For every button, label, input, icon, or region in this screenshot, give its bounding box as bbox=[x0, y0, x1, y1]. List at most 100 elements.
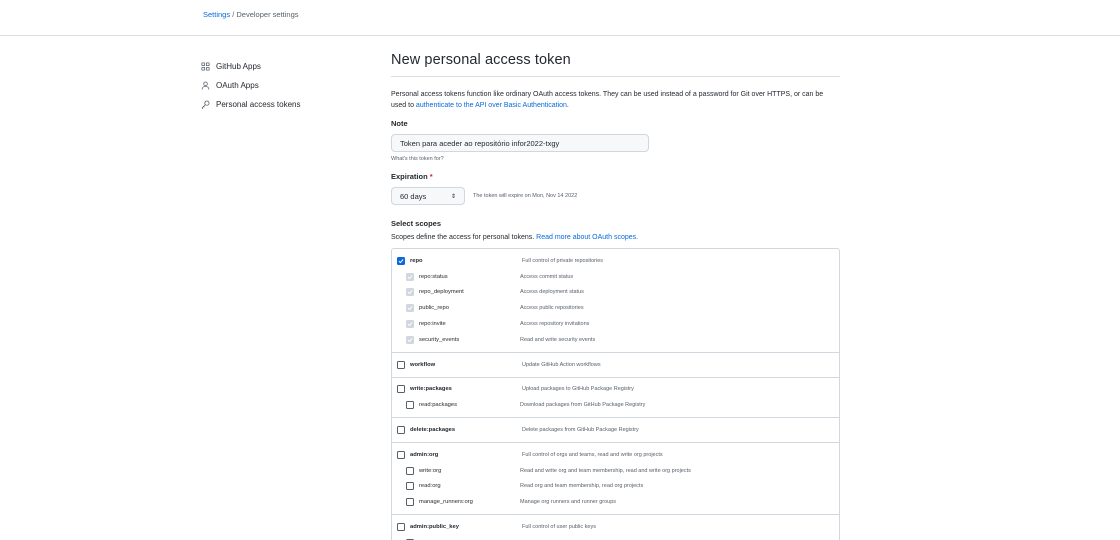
scope-checkbox[interactable] bbox=[397, 360, 405, 369]
scope-name-text: read:org bbox=[419, 483, 441, 490]
oauth-scopes-link[interactable]: Read more about OAuth scopes. bbox=[536, 234, 638, 241]
scope-description: Read org and team membership, read org p… bbox=[520, 483, 644, 490]
sidebar-item-oauth-apps[interactable]: OAuth Apps bbox=[200, 76, 350, 95]
scope-name[interactable]: repo:status bbox=[392, 272, 522, 281]
scope-name-text: admin:public_key bbox=[410, 524, 459, 531]
sidebar-item-github-apps[interactable]: GitHub Apps bbox=[200, 57, 350, 76]
scope-name-text: write:org bbox=[419, 467, 442, 474]
scope-checkbox[interactable] bbox=[406, 272, 414, 281]
check-icon bbox=[407, 306, 413, 311]
scope-description: Full control of orgs and teams, read and… bbox=[522, 451, 663, 458]
scopes-list: repo Full control of private repositories… bbox=[391, 248, 840, 540]
scope-description: Full control of private repositories bbox=[522, 257, 604, 264]
scope-name-text: delete:packages bbox=[410, 427, 456, 434]
scope-description: Access commit status bbox=[520, 273, 574, 280]
scope-row: repo Full control of private repositories bbox=[392, 253, 839, 269]
apps-icon bbox=[201, 62, 210, 71]
scope-description: Full control of user public keys bbox=[522, 524, 596, 531]
scope-name-text: manage_runners:org bbox=[419, 499, 473, 506]
scope-row: admin:public_key Full control of user pub… bbox=[392, 519, 839, 535]
scope-name[interactable]: repo:invite bbox=[392, 320, 522, 329]
scope-checkbox[interactable] bbox=[397, 385, 405, 394]
breadcrumb: Settings / Developer settings bbox=[203, 10, 299, 19]
page-title: New personal access token bbox=[391, 52, 840, 77]
scope-name-text: read:packages bbox=[419, 402, 458, 409]
scope-name-text: security_events bbox=[419, 336, 460, 343]
scopes-description: Scopes define the access for personal to… bbox=[391, 234, 840, 241]
scope-name[interactable]: admin:public_key bbox=[392, 523, 522, 532]
check-icon bbox=[407, 274, 413, 279]
scope-subrow: manage_runners:org Manage org runners and… bbox=[392, 494, 839, 510]
scope-checkbox[interactable] bbox=[406, 498, 414, 507]
scope-checkbox[interactable] bbox=[406, 401, 414, 410]
scope-checkbox[interactable] bbox=[397, 256, 405, 265]
scope-subrow: repo:status Access commit status bbox=[392, 269, 839, 285]
scope-checkbox[interactable] bbox=[406, 482, 414, 491]
expiration-selected: 60 days bbox=[400, 191, 427, 201]
expiration-row: 60 days ⇕ The token will expire on Mon, … bbox=[391, 187, 840, 205]
scope-name[interactable]: read:org bbox=[392, 482, 522, 491]
check-icon bbox=[407, 337, 413, 343]
scope-name[interactable]: write:packages bbox=[392, 385, 522, 394]
sidebar-item-label: GitHub Apps bbox=[216, 62, 261, 71]
scope-name[interactable]: repo bbox=[392, 256, 522, 265]
scope-description: Access repository invitations bbox=[520, 321, 590, 328]
scope-name[interactable]: workflow bbox=[392, 360, 522, 369]
scope-name-text: workflow bbox=[410, 361, 436, 368]
scope-name[interactable]: public_repo bbox=[392, 304, 522, 313]
scope-checkbox[interactable] bbox=[406, 304, 414, 313]
intro-end: . bbox=[566, 102, 569, 109]
scope-subrow: read:org Read org and team membership, re… bbox=[392, 479, 839, 495]
check-icon bbox=[407, 322, 413, 327]
expiration-select[interactable]: 60 days ⇕ bbox=[391, 187, 465, 205]
scope-checkbox[interactable] bbox=[406, 335, 414, 344]
note-hint: What's this token for? bbox=[391, 156, 444, 162]
scope-checkbox[interactable] bbox=[397, 523, 405, 532]
scope-description: Update GitHub Action workflows bbox=[522, 361, 601, 368]
scope-name-text: repo bbox=[410, 257, 423, 264]
scope-description: Read and write security events bbox=[520, 336, 596, 343]
scope-row: delete:packages Delete packages from GitH… bbox=[392, 422, 839, 438]
scope-row: workflow Update GitHub Action workflows bbox=[392, 357, 839, 373]
scope-checkbox[interactable] bbox=[406, 466, 414, 475]
scope-description: Read and write org and team membership, … bbox=[520, 467, 691, 474]
scope-name[interactable]: write:org bbox=[392, 466, 522, 475]
scope-description: Access public repositories bbox=[520, 305, 584, 312]
check-icon bbox=[407, 290, 413, 295]
scope-name[interactable]: admin:org bbox=[392, 450, 522, 459]
person-icon bbox=[201, 81, 210, 90]
scope-name[interactable]: security_events bbox=[392, 335, 522, 344]
scope-subrow: repo_deployment Access deployment status bbox=[392, 285, 839, 301]
scope-name-text: write:packages bbox=[410, 386, 452, 393]
expiration-note: The token will expire on Mon, Nov 14 202… bbox=[473, 193, 578, 199]
breadcrumb-settings-link[interactable]: Settings bbox=[203, 10, 230, 19]
expiration-label-text: Expiration bbox=[391, 172, 428, 181]
scope-description: Access deployment status bbox=[520, 289, 584, 296]
scope-name-text: repo:invite bbox=[419, 321, 446, 328]
sidebar-item-personal-access-tokens[interactable]: Personal access tokens bbox=[200, 95, 350, 114]
scope-name[interactable]: manage_runners:org bbox=[392, 498, 522, 507]
scope-group: delete:packages Delete packages from GitH… bbox=[392, 418, 839, 443]
basic-auth-link[interactable]: authenticate to the API over Basic Authe… bbox=[416, 102, 567, 109]
scope-subrow: repo:invite Access repository invitations bbox=[392, 316, 839, 332]
scope-subrow: write:org Read and write org and team mem… bbox=[392, 463, 839, 479]
scopes-desc-text: Scopes define the access for personal to… bbox=[391, 234, 537, 241]
scope-name-text: repo_deployment bbox=[419, 289, 464, 296]
scope-group: workflow Update GitHub Action workflows bbox=[392, 353, 839, 378]
check-icon bbox=[398, 259, 404, 264]
scope-checkbox[interactable] bbox=[397, 450, 405, 459]
sidebar-nav: GitHub Apps OAuth Apps Personal access t… bbox=[200, 57, 350, 114]
scope-subrow: read:packages Download packages from GitH… bbox=[392, 397, 839, 413]
expiration-label: Expiration * bbox=[391, 172, 840, 181]
scope-checkbox[interactable] bbox=[406, 320, 414, 329]
scope-name[interactable]: delete:packages bbox=[392, 426, 522, 435]
intro-text: Personal access tokens function like ord… bbox=[391, 89, 840, 111]
scope-description: Upload packages to GitHub Package Regist… bbox=[522, 386, 634, 393]
scope-name[interactable]: repo_deployment bbox=[392, 288, 522, 297]
scope-name[interactable]: read:packages bbox=[392, 401, 522, 410]
scope-checkbox[interactable] bbox=[397, 426, 405, 435]
key-icon bbox=[201, 100, 210, 109]
scope-group: admin:org Full control of orgs and teams,… bbox=[392, 443, 839, 516]
note-input[interactable]: Token para aceder ao repositório infor20… bbox=[391, 134, 649, 152]
scope-checkbox[interactable] bbox=[406, 288, 414, 297]
